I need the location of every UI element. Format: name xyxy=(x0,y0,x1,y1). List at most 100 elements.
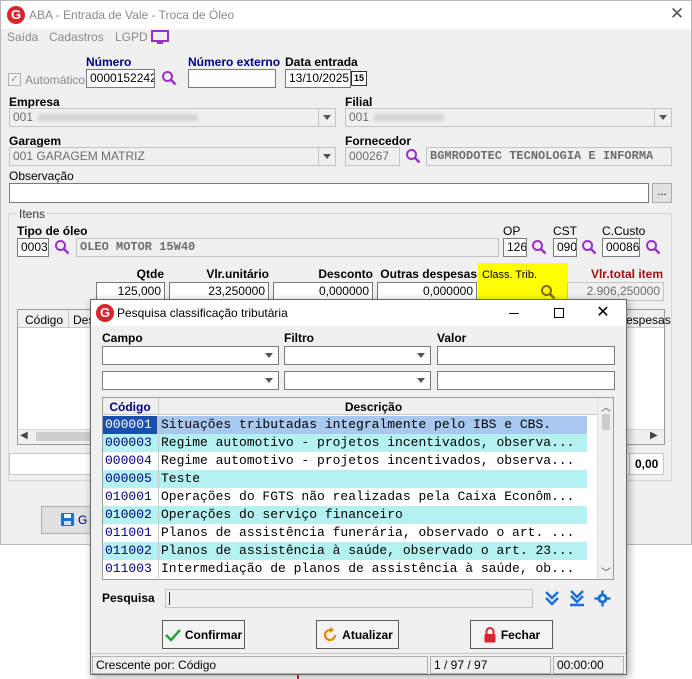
result-row[interactable]: 000005 Teste xyxy=(103,470,587,488)
minimize-icon[interactable] xyxy=(505,304,523,322)
campo-dropdown-icon-2[interactable] xyxy=(261,372,278,389)
last-match-icon[interactable] xyxy=(568,589,586,607)
scroll-left-icon[interactable]: ◀ xyxy=(20,430,28,441)
results-vscroll-thumb[interactable] xyxy=(602,414,610,430)
valor-input-2[interactable] xyxy=(437,371,615,390)
itens-hscroll-thumb[interactable] xyxy=(36,432,91,441)
cst-search-icon[interactable] xyxy=(581,239,599,257)
status-time: 00:00:00 xyxy=(553,656,624,674)
result-description: Planos de assistência à saúde, observado… xyxy=(158,542,587,560)
result-row[interactable]: 010001 Operações do FGTS não realizadas p… xyxy=(103,488,587,506)
empresa-dropdown-icon[interactable] xyxy=(318,109,335,126)
status-count: 1 / 97 / 97 xyxy=(430,656,551,674)
result-description: Operações do serviço financeiro xyxy=(158,506,587,524)
menu-saida[interactable]: Saída xyxy=(7,30,38,44)
fornecedor-search-icon[interactable] xyxy=(405,148,423,166)
garagem-dropdown-icon[interactable] xyxy=(318,148,335,165)
dialog-title-bar: G Pesquisa classificação tributária ✕ xyxy=(91,300,626,326)
campo-select-2[interactable] xyxy=(102,371,279,390)
cst-field[interactable]: 090 xyxy=(553,238,577,257)
ccusto-field[interactable]: 00086 xyxy=(602,238,640,257)
op-field[interactable]: 126 xyxy=(503,238,527,257)
window-title: ABA - Entrada de Vale - Troca de Óleo xyxy=(29,8,235,22)
class-trib-label: Class. Trib. xyxy=(482,269,538,281)
col-descricao[interactable]: Descrição xyxy=(159,400,588,414)
result-code: 011003 xyxy=(105,561,152,576)
itens-col-codigo[interactable]: Código xyxy=(25,313,63,327)
filtro-dropdown-icon-1[interactable] xyxy=(413,347,430,364)
calendar-icon[interactable]: 15 xyxy=(351,71,367,86)
result-description: Regime automotivo - projetos incentivado… xyxy=(158,434,587,452)
dialog-logo-icon: G xyxy=(96,304,114,322)
cst-label: CST xyxy=(553,224,577,238)
fornecedor-code-field[interactable]: 000267 xyxy=(345,147,400,166)
results-rows: 000001 Situações tributadas integralmente… xyxy=(103,416,587,578)
desconto-label: Desconto xyxy=(318,267,373,281)
result-description: Operações do FGTS não realizadas pela Ca… xyxy=(158,488,587,506)
result-code: 000001 xyxy=(103,416,157,434)
tipo-oleo-code-field[interactable]: 0003 xyxy=(17,238,49,257)
valor-input-1[interactable] xyxy=(437,346,615,365)
lock-icon xyxy=(484,626,496,642)
campo-select-1[interactable] xyxy=(102,346,279,365)
confirmar-label: Confirmar xyxy=(184,627,243,642)
garagem-value: 001 GARAGEM MATRIZ xyxy=(13,149,145,163)
menu-lgpd[interactable]: LGPD xyxy=(115,30,148,44)
scroll-right-icon[interactable]: ▶ xyxy=(650,430,658,441)
scroll-down-icon[interactable]: ﹀ xyxy=(601,564,611,579)
results-grid[interactable]: Código Descrição 000001 Situações tributa… xyxy=(102,397,614,580)
numero-field[interactable]: 0000152242 xyxy=(86,69,155,88)
next-match-icon[interactable] xyxy=(543,589,561,607)
result-row[interactable]: 011001 Planos de assistência funerária, o… xyxy=(103,524,587,542)
result-row[interactable]: 000001 Situações tributadas integralmente… xyxy=(103,416,587,434)
scroll-up-icon[interactable]: ︿ xyxy=(601,399,611,414)
result-row[interactable]: 000003 Regime automotivo - projetos incen… xyxy=(103,434,587,452)
confirmar-button[interactable]: Confirmar xyxy=(162,620,245,649)
ccusto-label: C.Custo xyxy=(602,224,646,238)
itens-group-title: Itens xyxy=(17,207,48,221)
settings-gear-icon[interactable] xyxy=(594,590,611,607)
close-window-button[interactable]: ✕ xyxy=(665,3,689,25)
fechar-button[interactable]: Fechar xyxy=(470,620,553,649)
op-search-icon[interactable] xyxy=(531,239,549,257)
pesquisa-input[interactable] xyxy=(165,589,533,608)
numero-label: Número xyxy=(86,55,132,69)
itens-col-despesas[interactable]: espesas xyxy=(626,313,671,327)
result-row[interactable]: 011003 Intermediação de planos de assistê… xyxy=(103,560,587,578)
col-codigo[interactable]: Código xyxy=(103,400,157,414)
monitor-icon[interactable] xyxy=(151,30,169,44)
result-description: Situações tributadas integralmente pelo … xyxy=(158,416,587,434)
atualizar-button[interactable]: Atualizar xyxy=(316,620,399,649)
itens-col-divider xyxy=(68,310,69,328)
vlr-unitario-label: Vlr.unitário xyxy=(206,267,269,281)
campo-dropdown-icon-1[interactable] xyxy=(261,347,278,364)
filial-select[interactable]: 001 xyxy=(345,108,672,127)
observacao-ellipsis-button[interactable]: ... xyxy=(652,183,672,203)
op-label: OP xyxy=(503,224,521,238)
ccusto-search-icon[interactable] xyxy=(645,239,663,257)
results-vscrollbar[interactable]: ︿ ﹀ xyxy=(597,398,613,579)
numero-externo-field[interactable] xyxy=(188,69,276,88)
filtro-select-1[interactable] xyxy=(284,346,431,365)
filtro-select-2[interactable] xyxy=(284,371,431,390)
menu-cadastros[interactable]: Cadastros xyxy=(49,30,104,44)
garagem-select[interactable]: 001 GARAGEM MATRIZ xyxy=(9,147,336,166)
result-row[interactable]: 000004 Regime automotivo - projetos incen… xyxy=(103,452,587,470)
maximize-icon[interactable] xyxy=(550,304,568,322)
tipo-oleo-search-icon[interactable] xyxy=(54,239,72,257)
tipo-oleo-label: Tipo de óleo xyxy=(17,224,88,238)
empresa-select[interactable]: 001 xyxy=(9,108,336,127)
empresa-label: Empresa xyxy=(9,95,60,109)
result-row[interactable]: 010002 Operações do serviço financeiro xyxy=(103,506,587,524)
automatico-checkbox[interactable]: ✓ xyxy=(8,73,21,86)
dialog-close-button[interactable]: ✕ xyxy=(593,303,613,323)
save-icon xyxy=(61,513,74,526)
result-code: 010002 xyxy=(105,507,152,522)
numero-search-icon[interactable] xyxy=(161,70,179,88)
filial-dropdown-icon[interactable] xyxy=(654,109,671,126)
filtro-dropdown-icon-2[interactable] xyxy=(413,372,430,389)
result-row[interactable]: 011002 Planos de assistência à saúde, obs… xyxy=(103,542,587,560)
observacao-field[interactable] xyxy=(9,183,649,203)
data-entrada-field[interactable]: 13/10/2025 xyxy=(285,69,351,88)
empresa-value: 001 xyxy=(13,110,34,124)
